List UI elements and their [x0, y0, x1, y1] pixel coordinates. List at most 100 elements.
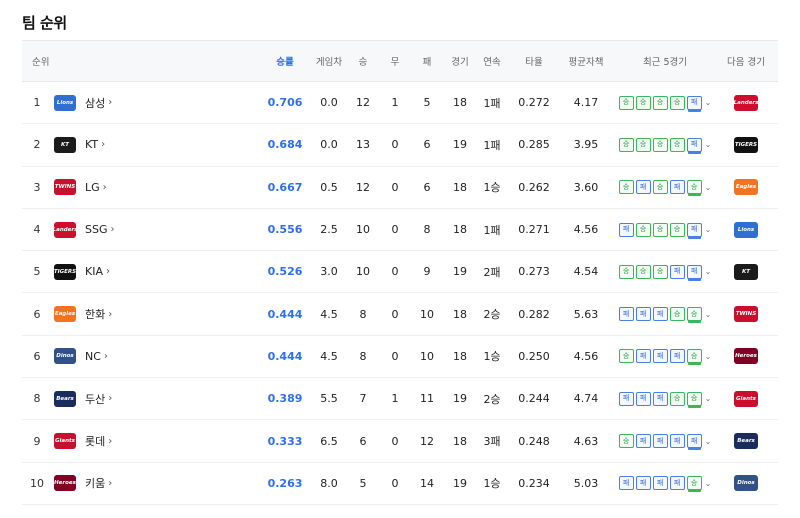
next-opponent-logo[interactable]: Landers: [734, 94, 758, 111]
next-game[interactable]: Lions: [718, 209, 774, 250]
team-link[interactable]: KT KT ›: [52, 124, 162, 165]
team-link[interactable]: Landers SSG›: [52, 209, 162, 250]
chevron-down-icon[interactable]: ⌄: [705, 310, 712, 319]
header-losses[interactable]: 패: [410, 41, 444, 81]
team-link[interactable]: TIGERS KIA ›: [52, 251, 162, 292]
next-opponent-logo[interactable]: Lions: [734, 221, 758, 238]
header-avg[interactable]: 타율: [508, 41, 560, 81]
batting-avg-cell: 0.285: [518, 138, 550, 152]
table-row: 6 Dinos NC › 0.444 4.5 8 0 10 18 1승 0.250 4.56 승 패 패 패 승 ⌄…: [22, 336, 778, 379]
chevron-down-icon[interactable]: ⌄: [705, 394, 712, 403]
chevron-down-icon[interactable]: ⌄: [705, 98, 712, 107]
next-game[interactable]: Heroes: [718, 336, 774, 377]
next-game[interactable]: TIGERS: [718, 124, 774, 165]
team-link[interactable]: TWINS LG ›: [52, 167, 162, 208]
next-game[interactable]: Dinos: [718, 463, 774, 504]
batting-avg-cell: 0.234: [518, 476, 550, 490]
draws-cell: 0: [391, 265, 399, 279]
team-link[interactable]: Eagles 한화 ›: [52, 293, 162, 334]
header-wins[interactable]: 승: [346, 41, 380, 81]
draws-cell: 0: [391, 434, 399, 448]
team-name[interactable]: 롯데: [85, 433, 105, 449]
next-opponent-logo[interactable]: Heroes: [734, 348, 758, 365]
page-title: 팀 순위: [22, 14, 67, 32]
header-wpct[interactable]: 승률: [258, 41, 312, 81]
recent-games[interactable]: 패 승 승 승 패 ⌄: [612, 209, 718, 250]
team-logo: Eagles: [54, 306, 76, 323]
next-opponent-logo[interactable]: TWINS: [734, 306, 758, 323]
team-link[interactable]: Dinos NC ›: [52, 336, 162, 377]
next-game[interactable]: Eagles: [718, 167, 774, 208]
recent-games[interactable]: 패 패 패 승 승 ⌄: [612, 378, 718, 419]
team-name[interactable]: NC: [85, 350, 101, 363]
recent-games[interactable]: 승 패 패 패 패 ⌄: [612, 420, 718, 461]
wins-cell: 10: [356, 265, 370, 279]
recent-games[interactable]: 승 패 패 패 승 ⌄: [612, 336, 718, 377]
next-opponent-logo[interactable]: Dinos: [734, 475, 758, 492]
draws-cell: 0: [391, 223, 399, 237]
batting-avg-cell: 0.262: [518, 180, 550, 194]
team-link[interactable]: Heroes 키움 ›: [52, 463, 162, 504]
next-opponent-logo[interactable]: Giants: [734, 390, 758, 407]
header-games[interactable]: 경기: [444, 41, 476, 81]
chevron-down-icon[interactable]: ⌄: [705, 437, 712, 446]
next-game[interactable]: KT: [718, 251, 774, 292]
team-name[interactable]: 한화: [85, 306, 105, 322]
next-opponent-logo[interactable]: Eagles: [734, 179, 758, 196]
chevron-down-icon[interactable]: ⌄: [705, 352, 712, 361]
losses-cell: 6: [423, 138, 431, 152]
recent-games[interactable]: 승 승 승 승 패 ⌄: [612, 124, 718, 165]
wins-cell: 8: [359, 307, 367, 321]
team-link[interactable]: Bears 두산 ›: [52, 378, 162, 419]
next-game[interactable]: TWINS: [718, 293, 774, 334]
chevron-down-icon[interactable]: ⌄: [705, 267, 712, 276]
era-cell: 3.95: [573, 138, 599, 152]
recent-games[interactable]: 승 승 승 패 패 ⌄: [612, 251, 718, 292]
win-badge: 승: [669, 307, 685, 322]
team-link[interactable]: Lions 삼성 ›: [52, 82, 162, 123]
team-name[interactable]: KIA: [85, 265, 103, 278]
header-era[interactable]: 평균자책: [560, 41, 612, 81]
next-opponent-logo[interactable]: KT: [734, 263, 758, 280]
games-cell: 19: [453, 392, 467, 406]
recent-games[interactable]: 패 패 패 패 승 ⌄: [612, 463, 718, 504]
streak-cell: 3패: [483, 435, 501, 449]
team-name[interactable]: KT: [85, 138, 98, 151]
header-next: 다음 경기: [727, 57, 765, 68]
team-link[interactable]: Giants 롯데 ›: [52, 420, 162, 461]
team-name[interactable]: LG: [85, 181, 100, 194]
header-draws[interactable]: 무: [380, 41, 410, 81]
loss-badge: 패: [652, 349, 668, 364]
team-logo: TWINS: [54, 179, 76, 196]
wins-cell: 6: [359, 434, 367, 448]
loss-badge: 패: [652, 476, 668, 491]
loss-badge: 패: [652, 434, 668, 449]
win-badge: 승: [686, 307, 702, 322]
win-badge: 승: [635, 264, 651, 279]
header-streak[interactable]: 연속: [476, 41, 508, 81]
chevron-down-icon[interactable]: ⌄: [705, 183, 712, 192]
chevron-right-icon: ›: [103, 350, 108, 362]
losses-cell: 10: [420, 349, 434, 363]
next-game[interactable]: Bears: [718, 420, 774, 461]
loss-badge: 패: [635, 391, 651, 406]
next-game[interactable]: Giants: [718, 378, 774, 419]
recent-games[interactable]: 승 패 승 패 승 ⌄: [612, 167, 718, 208]
recent-games[interactable]: 승 승 승 승 패 ⌄: [612, 82, 718, 123]
games-cell: 18: [453, 223, 467, 237]
team-logo: Bears: [54, 390, 76, 407]
chevron-down-icon[interactable]: ⌄: [705, 479, 712, 488]
recent-games[interactable]: 패 패 패 승 승 ⌄: [612, 293, 718, 334]
team-name[interactable]: SSG: [85, 223, 108, 236]
team-name[interactable]: 삼성: [85, 95, 105, 111]
win-badge: 승: [635, 222, 651, 237]
header-gb[interactable]: 게임차: [312, 41, 346, 81]
chevron-down-icon[interactable]: ⌄: [705, 140, 712, 149]
next-opponent-logo[interactable]: Bears: [734, 433, 758, 450]
chevron-down-icon[interactable]: ⌄: [705, 225, 712, 234]
team-name[interactable]: 두산: [85, 391, 105, 407]
next-game[interactable]: Landers: [718, 82, 774, 123]
next-opponent-logo[interactable]: TIGERS: [734, 136, 758, 153]
team-name[interactable]: 키움: [85, 475, 105, 491]
rank-cell: 4: [33, 223, 41, 237]
